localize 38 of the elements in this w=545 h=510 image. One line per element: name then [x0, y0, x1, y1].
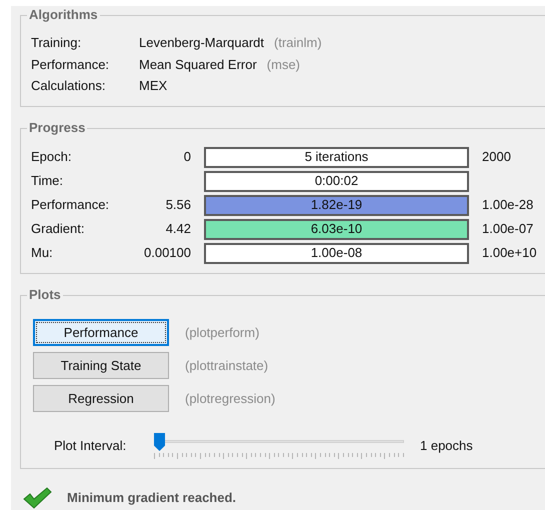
- field-value: Levenberg-Marquardt: [139, 34, 264, 52]
- start-value: 4.42: [166, 220, 191, 238]
- bar-text: 1.82e-19: [310, 196, 362, 214]
- slider-thumb[interactable]: [154, 433, 165, 451]
- field-label: Calculations:: [31, 77, 106, 95]
- row-label: Performance:: [31, 196, 110, 214]
- bar-text: 1.00e-08: [310, 244, 362, 262]
- start-value: 0.00100: [144, 244, 191, 262]
- field-label: Performance:: [31, 56, 110, 74]
- field-value: Mean Squared Error: [139, 56, 257, 74]
- interval-slider[interactable]: [154, 433, 404, 459]
- bar-text: 0:00:02: [314, 172, 358, 190]
- end-value: 2000: [482, 148, 511, 166]
- field-hint: (mse): [266, 56, 300, 74]
- field-label: Training:: [31, 34, 82, 52]
- plot-button[interactable]: Regression: [33, 385, 169, 412]
- status-message: Minimum gradient reached.: [67, 489, 236, 508]
- check-icon: [22, 487, 52, 509]
- row-label: Mu:: [31, 244, 54, 262]
- row-label: Time:: [31, 172, 64, 190]
- plot-button[interactable]: Performance: [33, 319, 169, 346]
- start-value: 0: [184, 148, 191, 166]
- field-hint: (trainlm): [274, 34, 322, 52]
- slider-reading: 1 epochs: [420, 437, 473, 456]
- field-value: MEX: [139, 77, 168, 95]
- bar-text: 6.03e-10: [310, 220, 362, 238]
- plot-hint: (plotregression): [185, 390, 276, 408]
- plot-hint: (plotperform): [185, 324, 260, 342]
- slider-label: Plot Interval:: [54, 437, 128, 456]
- bar-text: 5 iterations: [304, 148, 368, 166]
- plot-button[interactable]: Training State: [33, 352, 169, 379]
- end-value: 1.00e+10: [482, 244, 537, 262]
- end-value: 1.00e-28: [482, 196, 534, 214]
- row-label: Epoch:: [31, 148, 72, 166]
- row-label: Gradient:: [31, 220, 86, 238]
- plot-hint: (plottrainstate): [185, 356, 268, 375]
- start-value: 5.56: [166, 196, 191, 214]
- end-value: 1.00e-07: [482, 220, 534, 238]
